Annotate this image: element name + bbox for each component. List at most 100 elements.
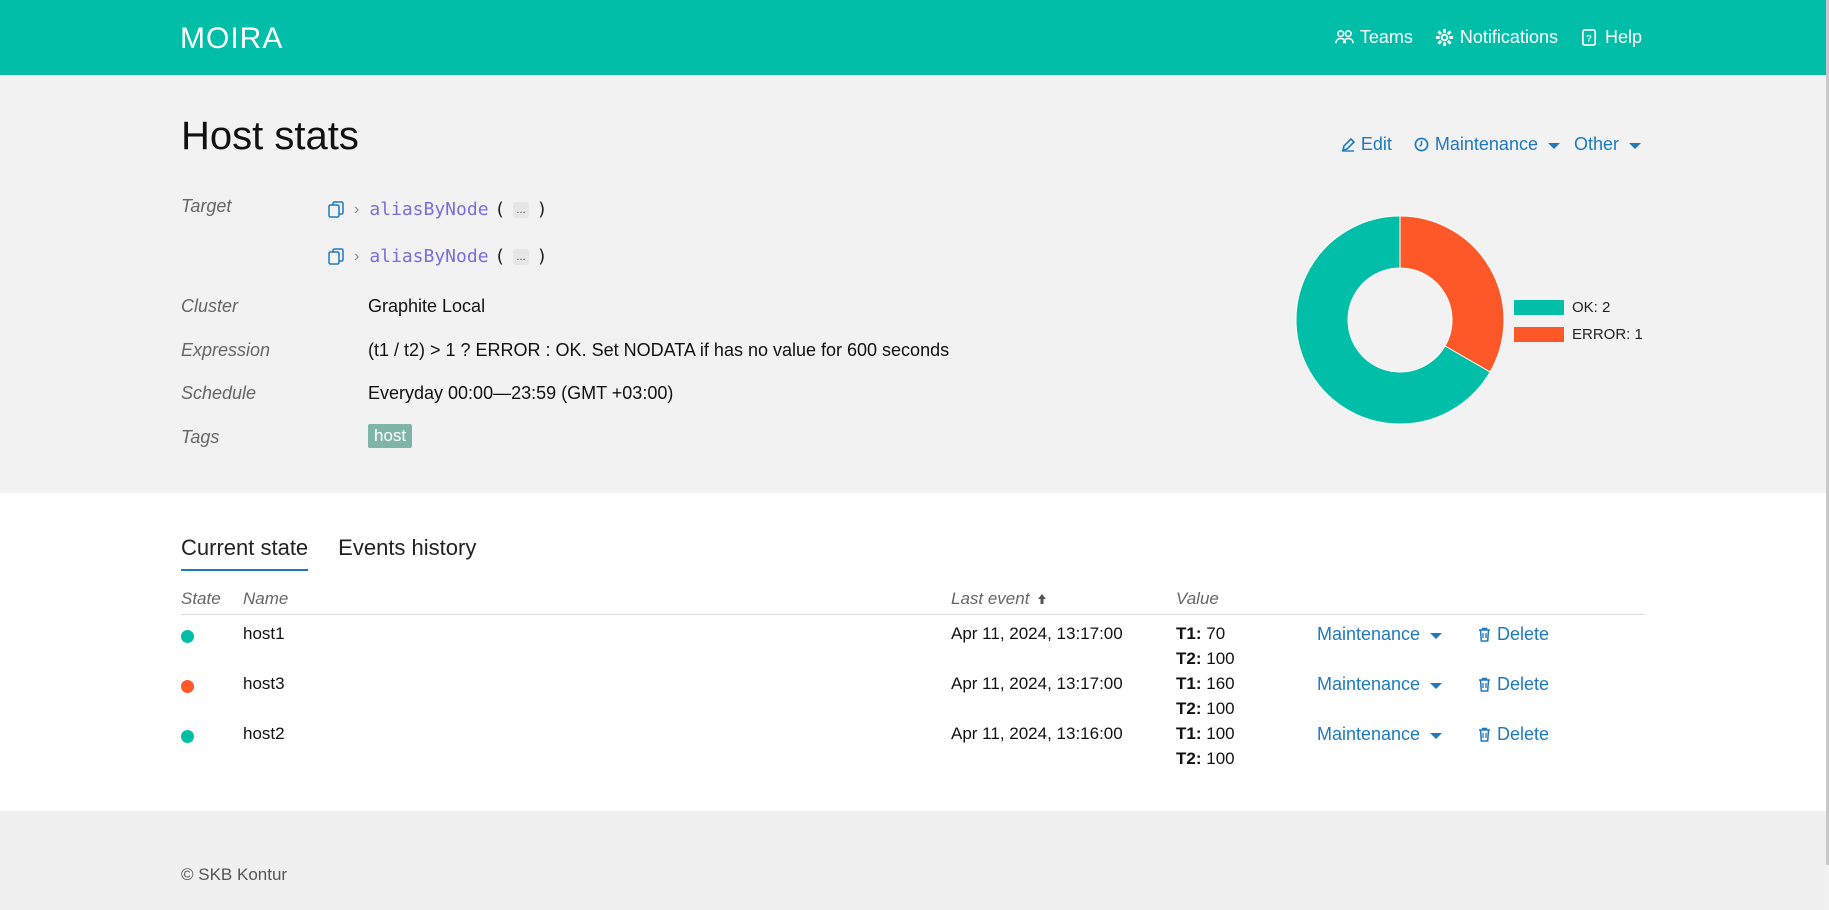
column-header-value[interactable]: Value <box>1176 589 1219 609</box>
edit-button[interactable]: Edit <box>1341 134 1392 155</box>
paren-open: ( <box>494 199 506 220</box>
target-args-expand[interactable]: ... <box>513 248 529 265</box>
value-t2: T2: 100 <box>1176 749 1235 769</box>
maintenance-label: Maintenance <box>1317 724 1421 744</box>
maintenance-label: Maintenance <box>1434 134 1538 154</box>
t2-value: 100 <box>1206 649 1235 668</box>
teams-icon <box>1335 30 1354 44</box>
svg-text:MOIRA: MOIRA <box>180 22 283 52</box>
other-dropdown[interactable]: Other <box>1574 134 1641 155</box>
nav-teams-label: Teams <box>1359 27 1413 47</box>
cluster-value: Graphite Local <box>368 296 486 316</box>
legend-label-error: ERROR: 1 <box>1572 326 1643 343</box>
trash-icon <box>1479 627 1490 642</box>
column-header-name[interactable]: Name <box>243 589 288 609</box>
cluster-label: Cluster <box>181 296 239 316</box>
delete-button[interactable]: Delete <box>1478 724 1549 745</box>
maintenance-label: Maintenance <box>1317 624 1421 644</box>
last-event-time: Apr 11, 2024, 13:16:00 <box>951 724 1123 743</box>
tab-current-state[interactable]: Current state <box>181 535 309 571</box>
last-event-time: Apr 11, 2024, 13:17:00 <box>951 624 1123 643</box>
value-t1: T1: 70 <box>1176 624 1225 644</box>
edit-label: Edit <box>1360 134 1392 154</box>
paren-open: ( <box>494 246 506 267</box>
last-event-time: Apr 11, 2024, 13:17:00 <box>951 674 1123 693</box>
copy-icon[interactable] <box>328 248 344 265</box>
nav-notifications-label: Notifications <box>1459 27 1558 47</box>
trash-icon <box>1479 727 1490 742</box>
schedule-label: Schedule <box>181 383 257 403</box>
table-header-divider <box>181 614 1644 615</box>
t1-label: T1: <box>1176 624 1202 643</box>
delete-button[interactable]: Delete <box>1478 674 1549 695</box>
maintenance-dropdown[interactable]: Maintenance <box>1414 134 1560 155</box>
delete-label: Delete <box>1497 624 1550 644</box>
delete-label: Delete <box>1497 724 1550 744</box>
legend-swatch-ok <box>1514 300 1564 315</box>
t2-value: 100 <box>1206 699 1235 718</box>
nav-help-label: Help <box>1604 27 1642 47</box>
t2-label: T2: <box>1176 649 1202 668</box>
expression-label: Expression <box>181 340 271 360</box>
copy-icon[interactable] <box>328 201 344 218</box>
t2-label: T2: <box>1176 699 1202 718</box>
tag-host[interactable]: host <box>368 424 413 448</box>
value-t1: T1: 100 <box>1176 724 1235 744</box>
header-nav: Teams Notifications ? Help <box>1335 0 1642 75</box>
column-header-state[interactable]: State <box>181 589 221 609</box>
copyright-text: © SKB Kontur <box>181 865 288 884</box>
chart-legend: OK: 2 ERROR: 1 <box>1514 294 1643 348</box>
row-maintenance-dropdown[interactable]: Maintenance <box>1317 624 1443 645</box>
paren-close: ) <box>536 199 548 220</box>
legend-item-error: ERROR: 1 <box>1514 321 1643 348</box>
chevron-right-icon[interactable]: › <box>354 201 359 219</box>
nav-help[interactable]: ? Help <box>1580 27 1642 48</box>
tags-list: host <box>368 424 413 448</box>
chevron-down-icon <box>1430 732 1443 739</box>
app-header: MOIRA Teams Notifications ? Help <box>0 0 1826 75</box>
target-function[interactable]: aliasByNode <box>369 199 488 220</box>
donut-slice-error <box>1399 215 1505 373</box>
tabs: Current state Events history <box>181 535 476 571</box>
row-maintenance-dropdown[interactable]: Maintenance <box>1317 674 1443 695</box>
chevron-right-icon[interactable]: › <box>354 248 359 266</box>
row-maintenance-dropdown[interactable]: Maintenance <box>1317 724 1443 745</box>
page-title: Host stats <box>181 114 359 158</box>
delete-button[interactable]: Delete <box>1478 624 1549 645</box>
trigger-actions: Edit Maintenance Other <box>1341 134 1641 155</box>
state-donut-chart <box>1295 215 1505 425</box>
legend-swatch-error <box>1514 327 1564 342</box>
nav-teams[interactable]: Teams <box>1335 27 1413 48</box>
chevron-down-icon <box>1430 632 1443 639</box>
page-footer <box>0 811 1826 910</box>
expression-value: (t1 / t2) > 1 ? ERROR : OK. Set NODATA i… <box>368 340 950 360</box>
t1-value: 160 <box>1206 674 1235 693</box>
legend-item-ok: OK: 2 <box>1514 294 1643 321</box>
metric-name: host1 <box>243 624 285 643</box>
moira-logo[interactable]: MOIRA <box>180 22 310 52</box>
help-icon: ? <box>1581 29 1597 46</box>
target-row: › aliasByNode (...) <box>328 246 547 267</box>
metric-name: host3 <box>243 674 285 693</box>
value-t2: T2: 100 <box>1176 699 1235 719</box>
column-header-last-event[interactable]: Last event <box>951 589 1047 609</box>
target-label: Target <box>181 196 232 216</box>
target-row: › aliasByNode (...) <box>328 199 547 220</box>
last-event-header-label: Last event <box>951 589 1030 608</box>
schedule-value: Everyday 00:00—23:59 (GMT +03:00) <box>368 383 674 403</box>
t1-value: 70 <box>1206 624 1226 643</box>
t2-value: 100 <box>1206 749 1235 768</box>
nav-notifications[interactable]: Notifications <box>1435 27 1558 48</box>
target-args-expand[interactable]: ... <box>513 201 529 218</box>
paren-close: ) <box>536 246 548 267</box>
gear-icon <box>1435 28 1453 47</box>
value-t1: T1: 160 <box>1176 674 1235 694</box>
tab-events-history[interactable]: Events history <box>338 535 476 571</box>
state-dot-ok <box>181 730 194 743</box>
target-function[interactable]: aliasByNode <box>369 246 488 267</box>
svg-text:?: ? <box>1586 33 1592 44</box>
state-dot-error <box>181 680 194 693</box>
t1-label: T1: <box>1176 674 1202 693</box>
chevron-down-icon <box>1547 142 1560 149</box>
value-t2: T2: 100 <box>1176 649 1235 669</box>
